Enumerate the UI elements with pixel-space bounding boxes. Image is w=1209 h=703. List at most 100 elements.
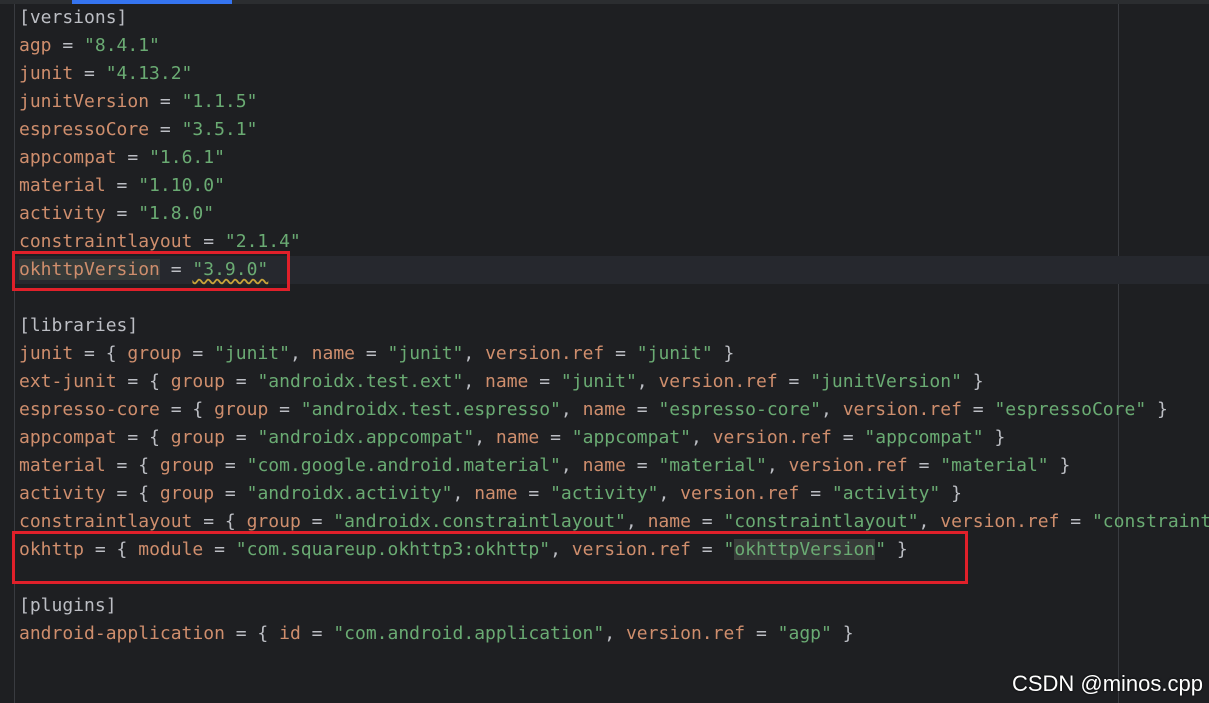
version-line[interactable]: junitVersion = "1.1.5" <box>19 88 1209 116</box>
version-ref-key: version.ref <box>788 455 908 476</box>
equals-sign: = <box>159 399 193 420</box>
version-key: constraintlayout <box>19 231 193 252</box>
version-line[interactable]: junit = "4.13.2" <box>19 60 1209 88</box>
group-key: group <box>159 483 215 504</box>
section-header: [versions] <box>19 7 128 28</box>
equals-sign: = <box>192 231 225 252</box>
library-line[interactable]: appcompat = { group = "androidx.appcompa… <box>19 424 1209 452</box>
brace-close: } <box>983 427 1006 448</box>
library-line[interactable]: junit = { group = "junit", name = "junit… <box>19 340 1209 368</box>
section-plugins[interactable]: [plugins] <box>19 592 1209 620</box>
equals-sign: = <box>268 399 301 420</box>
comma: , <box>463 371 486 392</box>
version-key: junitVersion <box>19 91 150 112</box>
blank-line[interactable] <box>19 284 1209 312</box>
code-editor[interactable]: [versions] agp = "8.4.1" junit = "4.13.2" j… <box>0 0 1209 703</box>
equals-sign: = <box>51 35 85 56</box>
equals-sign: = <box>777 371 811 392</box>
version-ref-value: "espressoCore" <box>994 399 1147 420</box>
version-ref-value: "material" <box>940 455 1049 476</box>
version-value: "1.6.1" <box>149 147 225 168</box>
library-alias: material <box>19 455 106 476</box>
equals-sign: = <box>214 455 247 476</box>
code-content[interactable]: [versions] agp = "8.4.1" junit = "4.13.2" j… <box>19 4 1209 648</box>
name-key: name <box>495 427 540 448</box>
equals-sign: = <box>690 539 724 560</box>
name-value: "constraintlayout" <box>723 511 919 532</box>
equals-sign: = <box>300 623 334 644</box>
brace-open: { <box>105 343 128 364</box>
version-ref-value: "junit" <box>636 343 713 364</box>
section-libraries[interactable]: [libraries] <box>19 312 1209 340</box>
name-key: name <box>647 511 691 532</box>
version-line[interactable]: appcompat = "1.6.1" <box>19 144 1209 172</box>
id-value: "com.android.application" <box>333 623 605 644</box>
comma: , <box>821 399 843 420</box>
version-ref-key: version.ref <box>842 399 962 420</box>
equals-sign: = <box>224 371 258 392</box>
brace-close: } <box>712 343 735 364</box>
equals-sign: = <box>105 483 139 504</box>
version-line[interactable]: constraintlayout = "2.1.4" <box>19 228 1209 256</box>
brace-open: { <box>138 455 160 476</box>
library-alias: okhttp <box>19 539 85 560</box>
comma: , <box>474 427 496 448</box>
library-line-okhttp[interactable]: okhttp = { module = "com.squareup.okhttp… <box>19 536 1209 564</box>
name-value: "activity" <box>550 483 659 504</box>
version-line[interactable]: okhttpVersion = "3.9.0" <box>19 256 1209 284</box>
equals-sign: = <box>528 371 561 392</box>
comma: , <box>289 343 312 364</box>
version-key: activity <box>19 203 106 224</box>
brace-close: } <box>1146 399 1168 420</box>
version-ref-key: version.ref <box>712 427 832 448</box>
blank-line[interactable] <box>19 564 1209 592</box>
name-key: name <box>582 455 626 476</box>
library-line[interactable]: constraintlayout = { group = "androidx.c… <box>19 508 1209 536</box>
group-key: group <box>159 455 215 476</box>
brace-open: { <box>138 483 160 504</box>
equals-sign: = <box>831 427 865 448</box>
equals-sign: = <box>203 539 236 560</box>
version-value: "4.13.2" <box>105 63 193 84</box>
comma: , <box>560 455 583 476</box>
equals-sign: = <box>604 343 637 364</box>
library-line[interactable]: espresso-core = { group = "androidx.test… <box>19 396 1209 424</box>
equals-sign: = <box>690 511 724 532</box>
section-versions[interactable]: [versions] <box>19 4 1209 32</box>
library-alias: appcompat <box>19 427 117 448</box>
equals-sign: = <box>105 203 139 224</box>
plugin-line[interactable]: android-application = { id = "com.androi… <box>19 620 1209 648</box>
equals-sign: = <box>73 343 106 364</box>
group-value: "androidx.constraintlayout" <box>333 511 626 532</box>
equals-sign: = <box>224 427 258 448</box>
version-line[interactable]: material = "1.10.0" <box>19 172 1209 200</box>
brace-open: { <box>149 371 171 392</box>
plugin-alias: android-application <box>19 623 225 644</box>
version-line[interactable]: agp = "8.4.1" <box>19 32 1209 60</box>
equals-sign: = <box>192 511 225 532</box>
library-line[interactable]: material = { group = "com.google.android… <box>19 452 1209 480</box>
version-line[interactable]: activity = "1.8.0" <box>19 200 1209 228</box>
version-value: "2.1.4" <box>224 231 301 252</box>
group-value: "junit" <box>214 343 290 364</box>
brace-close: } <box>961 371 984 392</box>
version-line[interactable]: espressoCore = "3.5.1" <box>19 116 1209 144</box>
library-alias: ext-junit <box>19 371 117 392</box>
comma: , <box>452 483 475 504</box>
version-ref-key: version.ref <box>940 511 1060 532</box>
equals-sign: = <box>625 399 659 420</box>
library-line[interactable]: activity = { group = "androidx.activity"… <box>19 480 1209 508</box>
group-key: group <box>127 343 182 364</box>
group-value: "androidx.appcompat" <box>257 427 475 448</box>
library-line[interactable]: ext-junit = { group = "androidx.test.ext… <box>19 368 1209 396</box>
name-value: "material" <box>658 455 767 476</box>
brace-open: { <box>192 399 215 420</box>
group-key: group <box>170 371 225 392</box>
version-ref-value: "appcompat" <box>864 427 984 448</box>
group-value: "androidx.activity" <box>246 483 453 504</box>
group-key: group <box>214 399 269 420</box>
comma: , <box>604 623 626 644</box>
library-alias: activity <box>19 483 106 504</box>
version-ref-key: version.ref <box>625 623 746 644</box>
name-value: "espresso-core" <box>658 399 822 420</box>
